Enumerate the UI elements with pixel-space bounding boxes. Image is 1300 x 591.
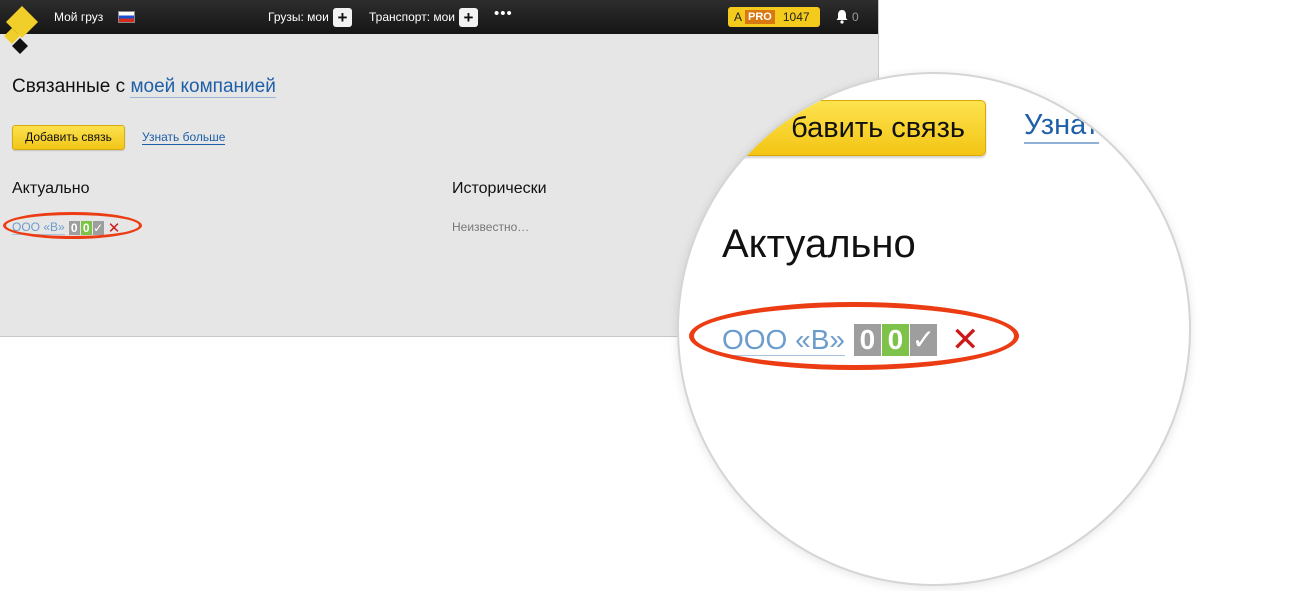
logo-icon[interactable] <box>0 0 44 54</box>
cargo-mine-link[interactable]: Грузы: мои <box>268 10 329 24</box>
bell-icon[interactable] <box>835 9 849 24</box>
transport-mine-link[interactable]: Транспорт: мои <box>369 10 455 24</box>
page-title-prefix: Связанные с <box>12 76 126 97</box>
pro-label: PRO <box>745 10 775 24</box>
history-empty-text: Неизвестно… <box>452 220 530 234</box>
add-transport-button[interactable]: + <box>459 8 478 27</box>
zoomed-highlight-ellipse <box>689 302 1019 370</box>
add-cargo-button[interactable]: + <box>333 8 352 27</box>
russia-flag-icon[interactable] <box>118 11 135 23</box>
my-company-link[interactable]: моей компанией <box>130 76 276 98</box>
learn-more-link[interactable]: Узнать больше <box>142 131 226 145</box>
history-column-heading: Исторически <box>452 180 547 197</box>
magnified-callout: бавить связь Узнат Актуально ООО «В» 0 0… <box>677 72 1191 586</box>
pro-account-badge[interactable]: A PRO 1047 <box>728 7 820 27</box>
zoomed-current-heading: Актуально <box>722 222 916 266</box>
badge-count: 1047 <box>782 10 810 24</box>
top-navigation-bar: Мой груз Грузы: мои + Транспорт: мои + •… <box>0 0 878 54</box>
notification-count: 0 <box>852 10 859 24</box>
badge-letter: A <box>734 10 743 24</box>
highlight-ellipse <box>3 212 142 239</box>
current-column-heading: Актуально <box>12 180 90 197</box>
more-menu-icon[interactable]: ••• <box>494 5 513 22</box>
my-cargo-link[interactable]: Мой груз <box>54 10 103 24</box>
zoomed-learn-more-link: Узнат <box>1024 108 1099 144</box>
page-title: Связанные с моей компанией <box>12 76 276 98</box>
add-relation-button[interactable]: Добавить связь <box>12 125 125 150</box>
zoomed-add-relation-button: бавить связь <box>699 100 986 156</box>
